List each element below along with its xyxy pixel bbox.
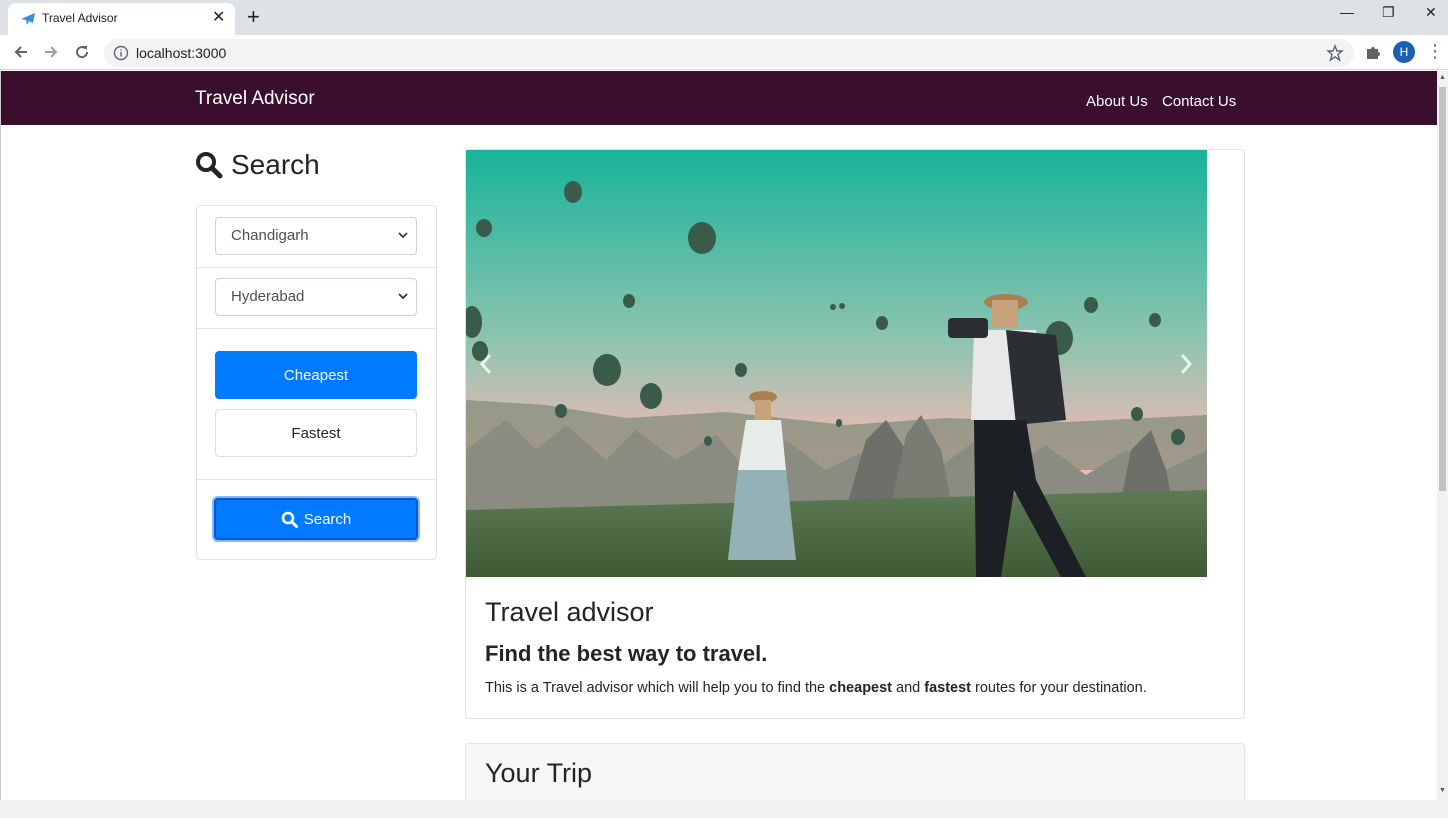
fastest-button[interactable]: Fastest <box>215 409 417 457</box>
search-icon <box>281 511 298 528</box>
info-icon[interactable] <box>113 45 129 61</box>
navbar: Travel Advisor About Us Contact Us <box>1 71 1437 125</box>
search-title: Search <box>231 149 320 180</box>
card-text-bold-fastest: fastest <box>924 680 972 696</box>
horizontal-scrollbar[interactable] <box>0 800 1448 818</box>
star-icon[interactable] <box>1326 44 1344 62</box>
scroll-up-icon[interactable]: ▲ <box>1439 74 1446 81</box>
search-heading: Search <box>195 149 320 181</box>
card-text-bold-cheapest: cheapest <box>829 680 893 696</box>
chevron-down-icon <box>398 293 408 300</box>
chevron-left-icon[interactable] <box>478 352 494 376</box>
trip-card: Your Trip <box>465 743 1245 800</box>
card-text-part: routes for your destination. <box>971 680 1147 696</box>
from-select[interactable]: Chandigarh <box>215 217 417 255</box>
card-title: Travel advisor <box>485 597 654 627</box>
address-bar: localhost:3000 H ⋮ <box>0 35 1448 70</box>
navbar-brand[interactable]: Travel Advisor <box>195 88 315 110</box>
vertical-scrollbar[interactable]: ▲ ▼ <box>1437 71 1448 800</box>
browser-tab[interactable]: Travel Advisor ✕ <box>8 3 235 35</box>
chevron-right-icon[interactable] <box>1178 352 1194 376</box>
puzzle-icon[interactable] <box>1364 43 1382 61</box>
minimize-icon[interactable]: — <box>1340 4 1354 20</box>
browser-tab-bar: Travel Advisor ✕ + — ❐ ✕ <box>0 0 1448 35</box>
url-text: localhost:3000 <box>136 45 227 61</box>
chevron-down-icon <box>398 232 408 239</box>
page-viewport: Travel Advisor About Us Contact Us Searc… <box>0 71 1437 800</box>
from-select-value: Chandigarh <box>231 227 309 244</box>
cheapest-button[interactable]: Cheapest <box>215 351 417 399</box>
search-button-label: Search <box>303 510 352 528</box>
search-icon <box>196 152 223 179</box>
divider <box>197 479 436 480</box>
card-text-part: and <box>892 680 925 696</box>
avatar[interactable]: H <box>1393 41 1415 63</box>
search-button[interactable]: Search <box>214 498 418 540</box>
back-icon[interactable] <box>12 43 30 61</box>
scroll-down-icon[interactable]: ▼ <box>1439 787 1446 794</box>
forward-icon[interactable] <box>42 43 60 61</box>
card-description: This is a Travel advisor which will help… <box>485 680 1147 696</box>
close-icon[interactable]: ✕ <box>212 8 225 28</box>
hero-image <box>466 150 1207 577</box>
nav-link-contact[interactable]: Contact Us <box>1162 93 1236 110</box>
to-select-value: Hyderabad <box>231 288 305 305</box>
carousel[interactable] <box>466 150 1207 577</box>
search-panel: Chandigarh Hyderabad Cheapest Fastest Se… <box>196 205 437 560</box>
card-text-part: This is a Travel advisor which will help… <box>485 680 830 696</box>
to-select[interactable]: Hyderabad <box>215 278 417 316</box>
divider <box>197 267 436 268</box>
window-close-icon[interactable]: ✕ <box>1425 4 1437 21</box>
divider <box>197 328 436 329</box>
scroll-thumb[interactable] <box>1439 87 1446 491</box>
menu-icon[interactable]: ⋮ <box>1426 41 1444 61</box>
airplane-icon <box>21 13 35 25</box>
card-subtitle: Find the best way to travel. <box>485 641 768 666</box>
tab-title: Travel Advisor <box>42 11 118 25</box>
nav-link-about[interactable]: About Us <box>1086 93 1148 110</box>
trip-title: Your Trip <box>485 758 593 788</box>
hero-card: Travel advisor Find the best way to trav… <box>465 149 1245 719</box>
plus-icon[interactable]: + <box>247 5 260 29</box>
restore-icon[interactable]: ❐ <box>1382 4 1395 21</box>
reload-icon[interactable] <box>73 43 91 61</box>
omnibox[interactable]: localhost:3000 <box>104 39 1354 67</box>
